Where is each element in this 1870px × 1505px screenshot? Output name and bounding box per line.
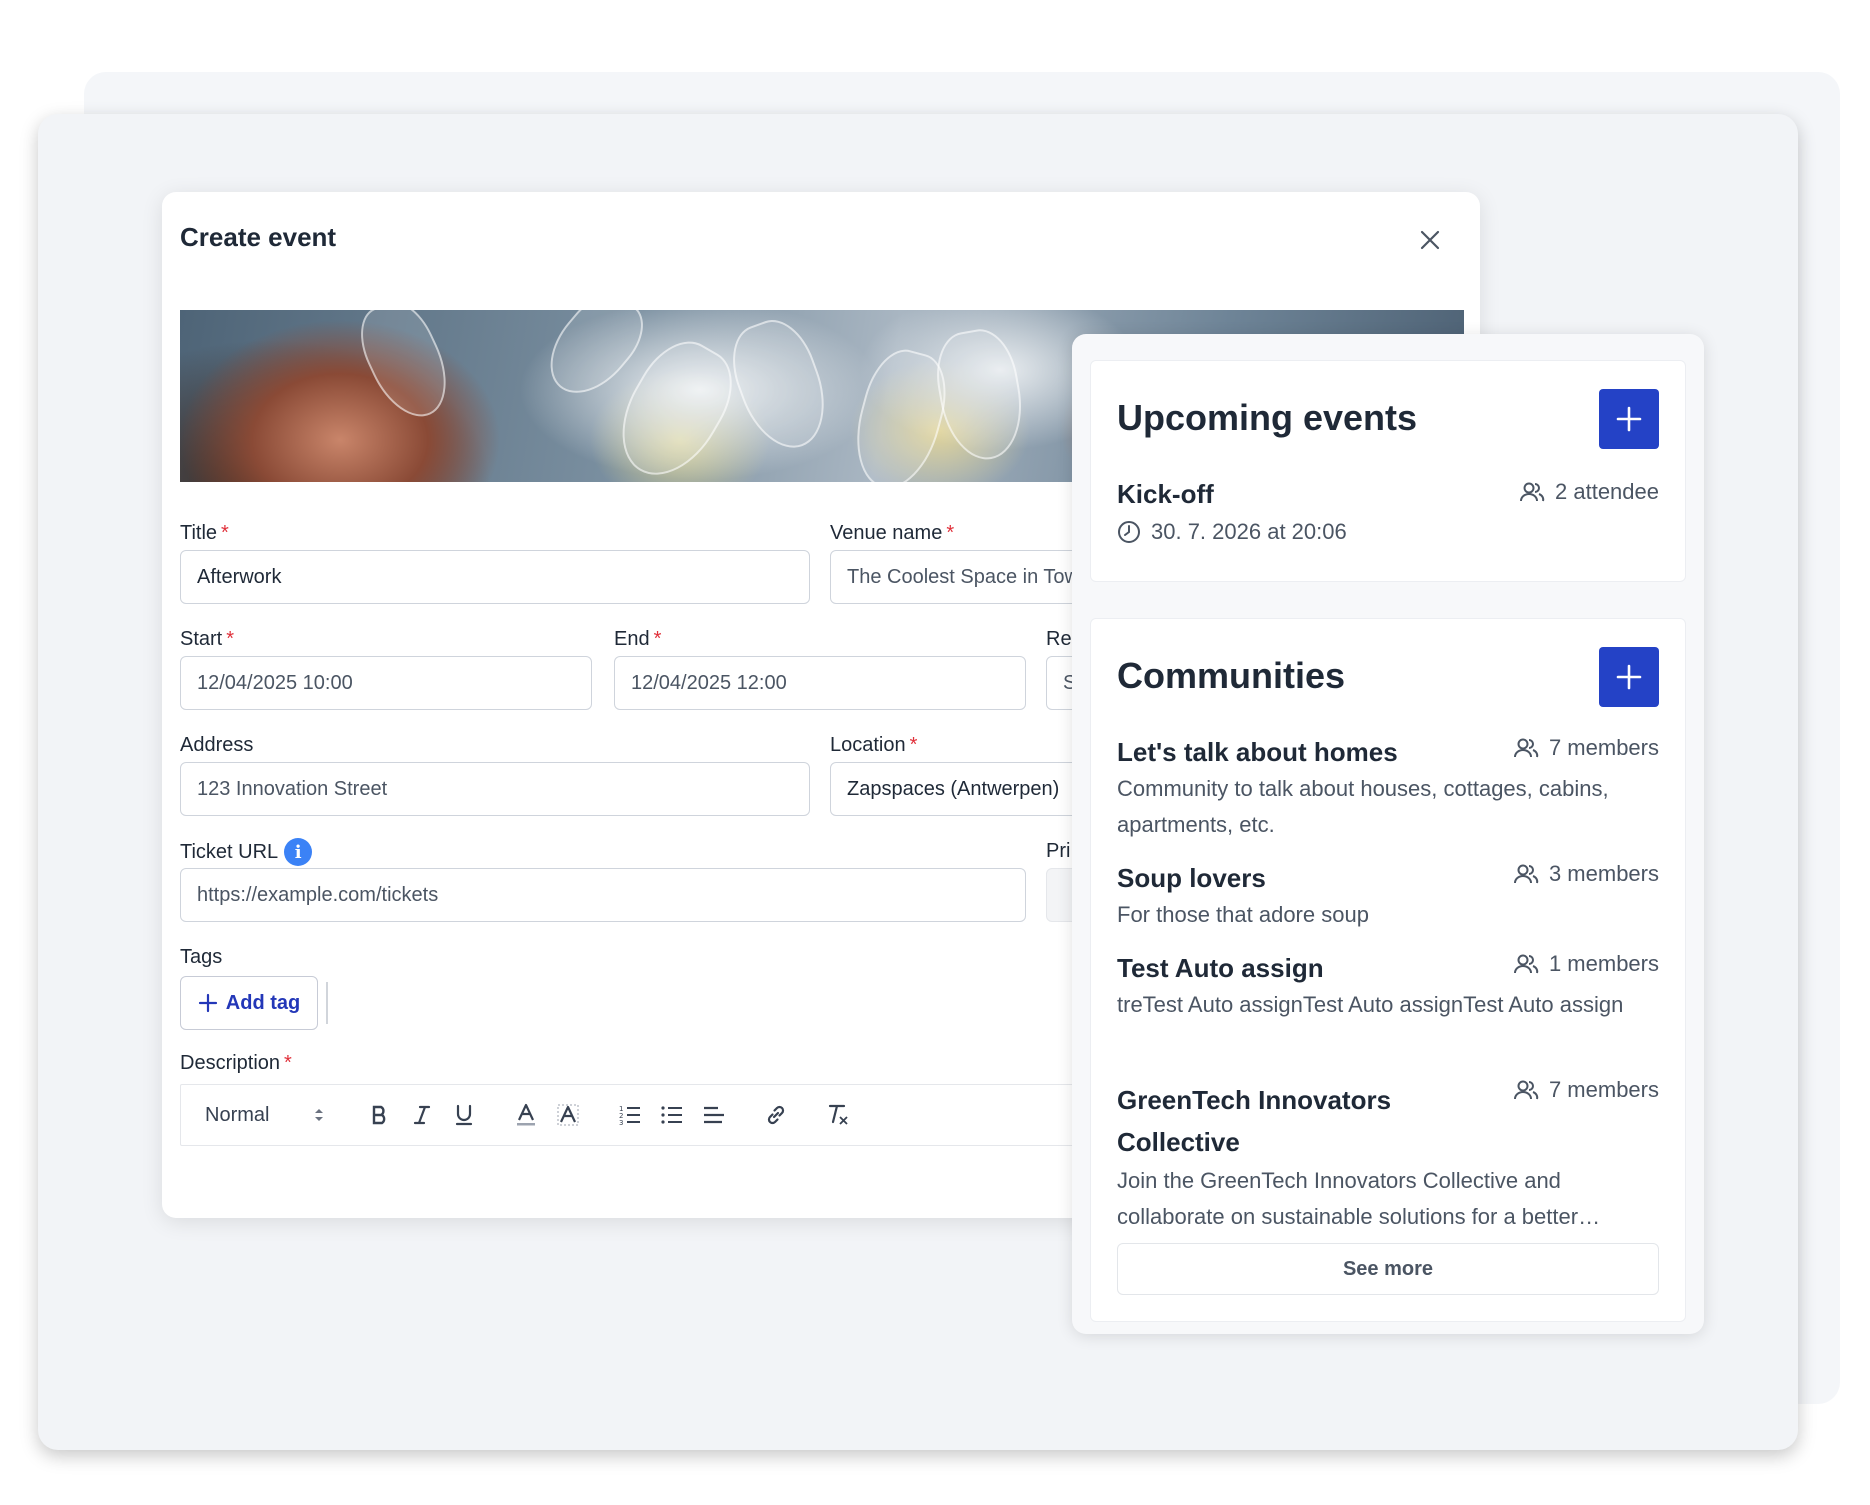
align-icon[interactable] bbox=[693, 1094, 735, 1136]
bullet-list-icon[interactable] bbox=[651, 1094, 693, 1136]
info-icon[interactable]: i bbox=[284, 838, 313, 866]
community-description: Community to talk about houses, cottages… bbox=[1117, 776, 1609, 837]
plus-icon bbox=[1616, 664, 1642, 690]
upcoming-events-title: Upcoming events bbox=[1117, 397, 1418, 438]
title-label: Title * bbox=[180, 522, 229, 544]
plus-icon bbox=[198, 993, 217, 1013]
event-datetime: 30. 7. 2026 at 20:06 bbox=[1117, 519, 1347, 545]
community-name[interactable]: Test Auto assign bbox=[1117, 953, 1324, 984]
highlight-color-icon[interactable] bbox=[547, 1094, 589, 1136]
svg-text:3: 3 bbox=[619, 1119, 623, 1126]
add-community-button[interactable] bbox=[1599, 647, 1659, 707]
upcoming-events-card: Upcoming events Kick-off 2 attendee 30. … bbox=[1090, 360, 1686, 582]
recurrence-label: Re bbox=[1046, 628, 1072, 650]
add-event-button[interactable] bbox=[1599, 389, 1659, 449]
address-input[interactable]: 123 Innovation Street bbox=[180, 762, 810, 816]
underline-icon[interactable] bbox=[443, 1094, 485, 1136]
add-tag-button[interactable]: Add tag bbox=[180, 976, 318, 1030]
event-name[interactable]: Kick-off bbox=[1117, 479, 1214, 510]
community-name[interactable]: Soup lovers bbox=[1117, 863, 1266, 894]
community-name[interactable]: Let's talk about homes bbox=[1117, 737, 1398, 768]
add-tag-label: Add tag bbox=[225, 991, 301, 1014]
title-input[interactable]: Afterwork bbox=[180, 550, 810, 604]
price-label: Pri bbox=[1046, 840, 1071, 862]
communities-title: Communities bbox=[1117, 655, 1346, 696]
users-icon bbox=[1513, 1080, 1539, 1100]
community-members: 3 members bbox=[1513, 861, 1659, 887]
communities-card: Communities Let's talk about homes 7 mem… bbox=[1090, 618, 1686, 1322]
community-description: treTest Auto assignTest Auto assignTest … bbox=[1117, 992, 1624, 1017]
link-icon[interactable] bbox=[755, 1094, 797, 1136]
users-icon bbox=[1520, 482, 1545, 502]
end-datetime-input[interactable]: 12/04/2025 12:00 bbox=[614, 656, 1026, 710]
tags-label: Tags bbox=[180, 946, 223, 968]
text-color-icon[interactable] bbox=[505, 1094, 547, 1136]
ticket-url-input[interactable]: https://example.com/tickets bbox=[180, 868, 1026, 922]
italic-icon[interactable] bbox=[401, 1094, 443, 1136]
side-panel: Upcoming events Kick-off 2 attendee 30. … bbox=[1072, 334, 1704, 1334]
community-members: 7 members bbox=[1513, 735, 1659, 761]
clear-format-icon[interactable] bbox=[817, 1094, 859, 1136]
community-description: For those that adore soup bbox=[1117, 902, 1369, 927]
users-icon bbox=[1513, 954, 1539, 974]
event-attendees: 2 attendee bbox=[1519, 479, 1659, 505]
bold-icon[interactable] bbox=[359, 1094, 401, 1136]
description-label: Description * bbox=[180, 1052, 292, 1074]
plus-icon bbox=[1616, 406, 1642, 432]
community-members: 1 members bbox=[1513, 951, 1659, 977]
community-members: 7 members bbox=[1513, 1077, 1659, 1103]
sort-arrows-icon bbox=[315, 1109, 324, 1121]
tag-divider bbox=[326, 982, 328, 1024]
users-icon bbox=[1513, 864, 1539, 884]
address-label: Address bbox=[180, 734, 254, 756]
close-icon[interactable] bbox=[1412, 222, 1448, 258]
start-datetime-input[interactable]: 12/04/2025 10:00 bbox=[180, 656, 592, 710]
community-name[interactable]: GreenTech Innovators Collective bbox=[1117, 1079, 1417, 1163]
format-select-value: Normal bbox=[205, 1103, 270, 1126]
ordered-list-icon[interactable]: 123 bbox=[609, 1094, 651, 1136]
location-label: Location * bbox=[830, 734, 918, 756]
format-select[interactable]: Normal bbox=[205, 1104, 335, 1127]
community-description: Join the GreenTech Innovators Collective… bbox=[1117, 1168, 1601, 1229]
see-more-button[interactable]: See more bbox=[1117, 1243, 1659, 1295]
end-label: End * bbox=[614, 628, 662, 650]
clock-icon bbox=[1118, 521, 1140, 543]
users-icon bbox=[1513, 738, 1539, 758]
modal-title: Create event bbox=[180, 222, 337, 252]
venue-name-label: Venue name * bbox=[830, 522, 955, 544]
ticket-url-label: Ticket URL i bbox=[180, 838, 313, 866]
start-label: Start * bbox=[180, 628, 235, 650]
